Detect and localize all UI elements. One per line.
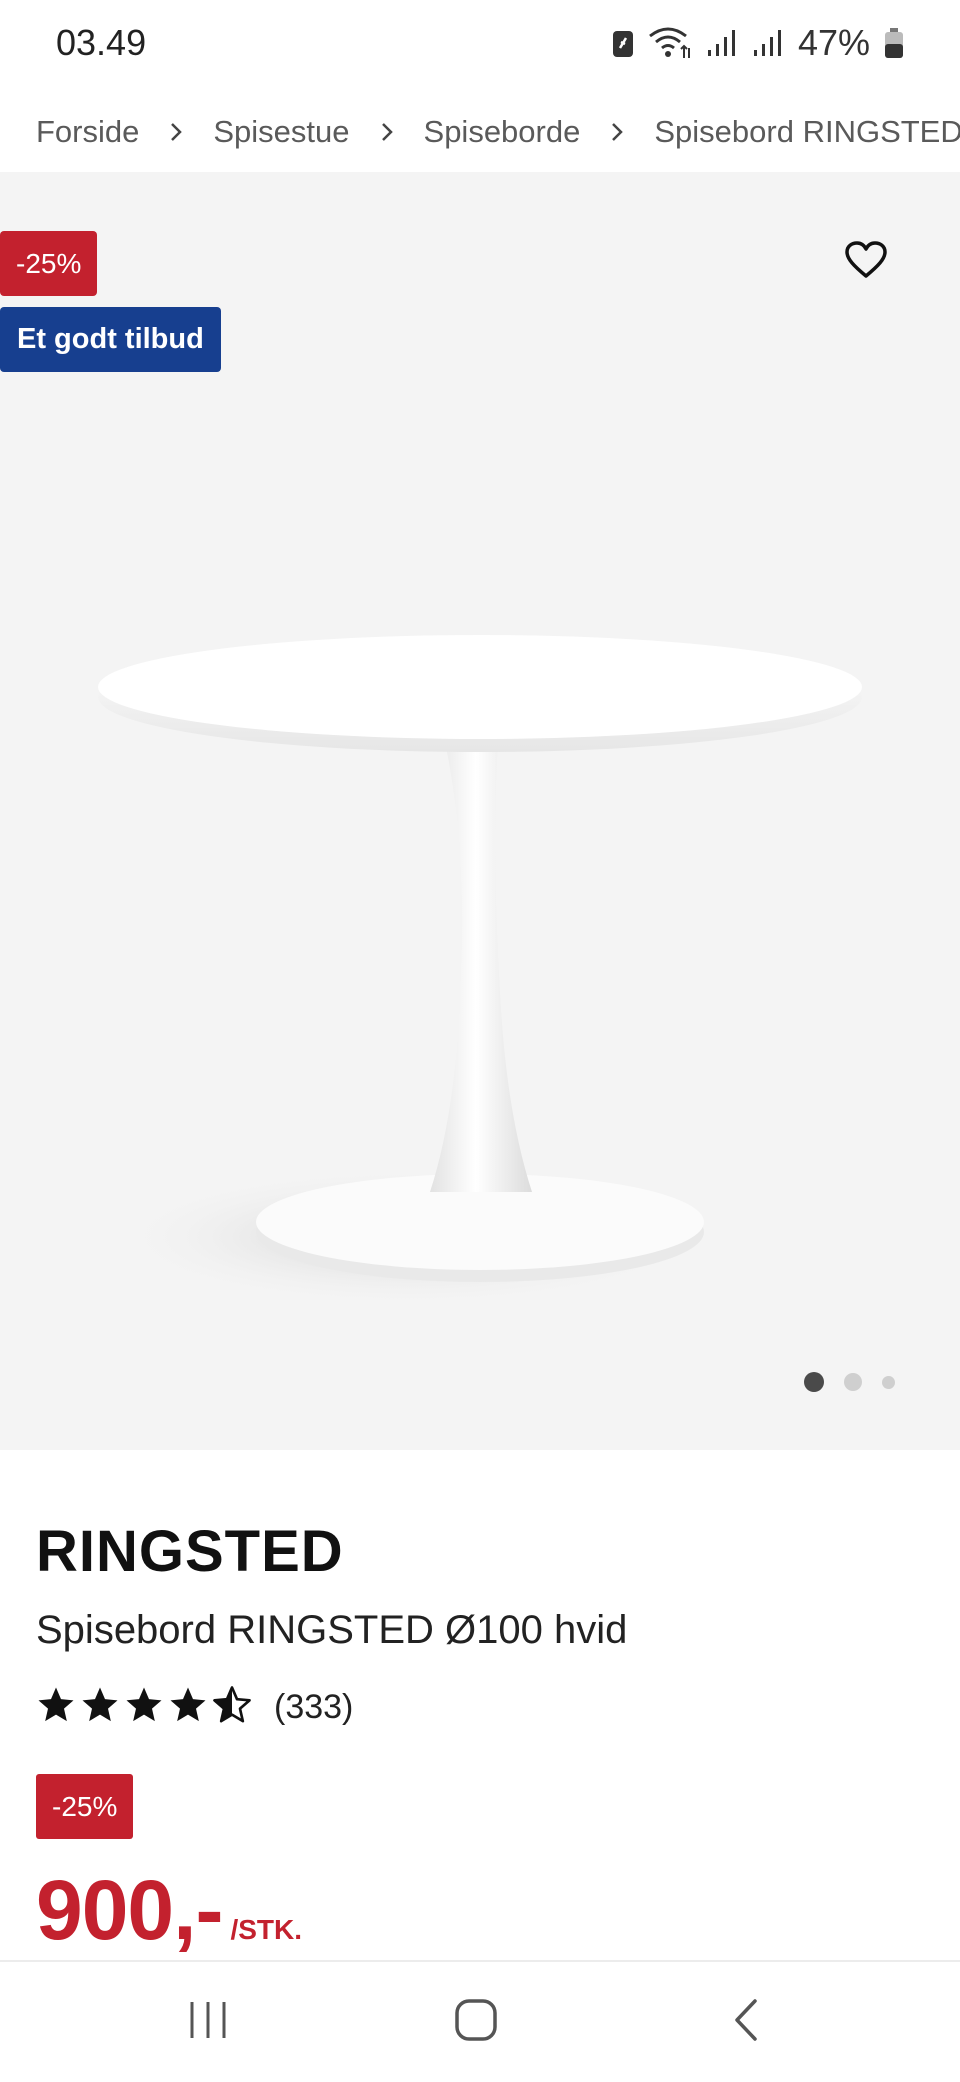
product-name: Spisebord RINGSTED Ø100 hvid [36, 1608, 628, 1652]
battery-percent: 47% [797, 22, 870, 63]
rating-stars [36, 1685, 252, 1730]
product-price: 900,- /STK. [36, 1862, 302, 1959]
star-icon [80, 1685, 120, 1730]
carousel-dots [804, 1372, 895, 1392]
price-unit: /STK. [230, 1914, 303, 1945]
breadcrumb-item-forside[interactable]: Forside [36, 114, 139, 150]
price-discount-badge: -25% [36, 1774, 134, 1839]
chevron-right-icon [169, 121, 183, 143]
carousel-dot[interactable] [882, 1375, 895, 1389]
home-icon [453, 1997, 499, 2048]
star-half-icon [212, 1685, 252, 1730]
star-icon [124, 1685, 164, 1730]
back-button[interactable] [686, 1962, 806, 2082]
status-bar: 03.49 47% [0, 0, 960, 92]
back-icon [731, 1997, 761, 2048]
carousel-dot[interactable] [804, 1372, 824, 1392]
signal-icon [752, 28, 784, 58]
product-gallery[interactable]: -25% Et godt tilbud [0, 172, 960, 1450]
system-nav-bar [0, 1960, 960, 2082]
battery-saver-icon [612, 28, 634, 58]
chevron-right-icon [610, 121, 624, 143]
signal-icon [706, 28, 738, 58]
star-icon [168, 1685, 208, 1730]
breadcrumb-item-spisestue[interactable]: Spisestue [213, 114, 349, 150]
offer-badge: Et godt tilbud [0, 307, 221, 372]
carousel-dot[interactable] [844, 1373, 862, 1391]
breadcrumb-item-current: Spisebord RINGSTED Ø [654, 114, 960, 149]
wifi-icon [648, 26, 692, 60]
home-button[interactable] [416, 1962, 536, 2082]
status-time: 03.49 [56, 22, 147, 63]
product-rating[interactable]: (333) [36, 1685, 353, 1730]
recents-icon [186, 1998, 230, 2047]
chevron-right-icon [380, 121, 394, 143]
review-count[interactable]: (333) [274, 1688, 353, 1727]
breadcrumb: Forside Spisestue Spiseborde Spisebord R… [36, 92, 960, 172]
recents-button[interactable] [148, 1962, 268, 2082]
discount-badge: -25% [0, 231, 98, 296]
star-icon [36, 1685, 76, 1730]
breadcrumb-item-spiseborde[interactable]: Spiseborde [424, 114, 581, 150]
product-image[interactable] [80, 432, 880, 1332]
heart-outline-icon [844, 240, 888, 285]
battery-icon [884, 27, 904, 59]
product-brand: RINGSTED [36, 1519, 344, 1584]
wishlist-button[interactable] [840, 238, 892, 286]
price-value: 900,- [36, 1863, 223, 1957]
status-icons: 47% [612, 22, 904, 64]
